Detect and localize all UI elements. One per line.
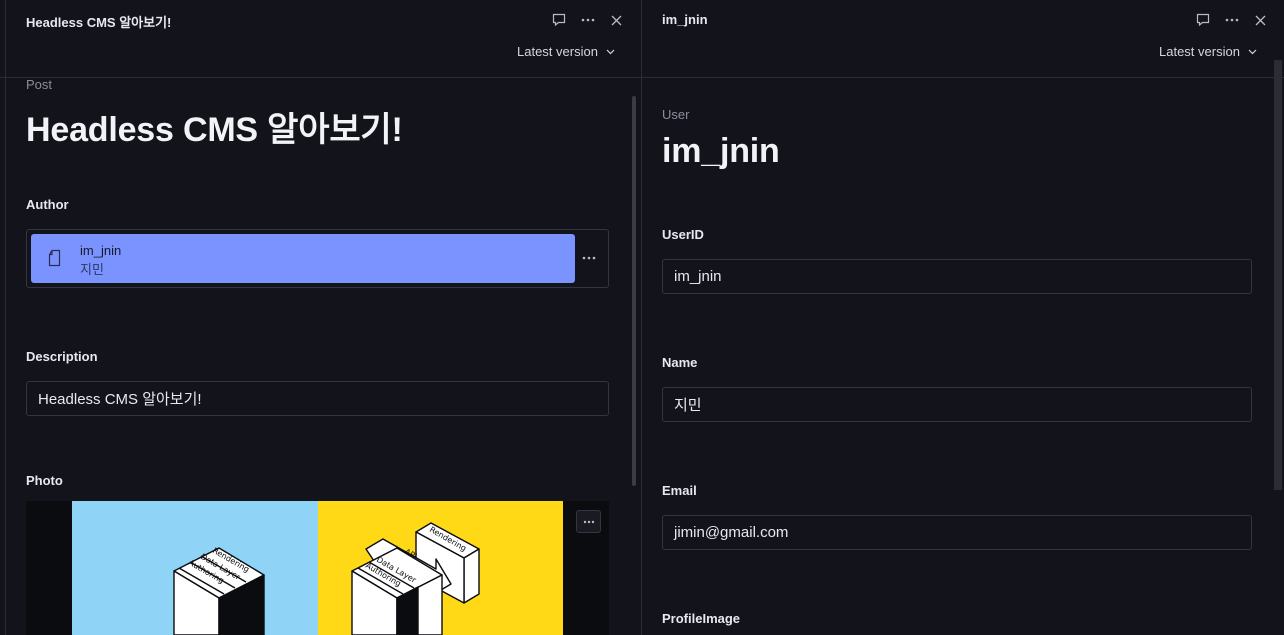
author-label: Author — [26, 197, 69, 212]
user-pane-scrollbar[interactable] — [1274, 60, 1282, 490]
document-type-label: User — [662, 107, 690, 122]
more-button[interactable] — [573, 11, 602, 29]
post-pane-actions — [544, 11, 631, 29]
more-icon — [583, 520, 594, 523]
photo-illustration: Rendering Data Layer Authoring Rendering… — [72, 501, 563, 635]
user-pane-actions — [1188, 11, 1275, 29]
post-pane-header: Headless CMS 알아보기! Latest version — [0, 0, 641, 78]
more-icon — [581, 18, 594, 22]
document-title: Headless CMS 알아보기! — [26, 111, 403, 149]
description-input[interactable]: Headless CMS 알아보기! — [26, 381, 609, 416]
comment-icon — [552, 13, 565, 27]
close-icon — [611, 15, 622, 25]
more-button[interactable] — [1217, 11, 1246, 29]
version-label: Latest version — [517, 44, 598, 59]
post-pane-scrollbar[interactable] — [632, 96, 636, 486]
chevron-down-icon — [1248, 49, 1257, 54]
more-icon — [1225, 18, 1238, 22]
photo-preview[interactable]: Rendering Data Layer Authoring Rendering… — [26, 501, 609, 635]
name-label: Name — [662, 355, 698, 370]
user-pane-header: im_jnin Latest version — [642, 0, 1284, 78]
email-input[interactable]: jimin@gmail.com — [662, 515, 1252, 550]
post-pane-title: Headless CMS 알아보기! — [26, 15, 172, 30]
comment-icon — [1196, 13, 1209, 27]
version-selector[interactable]: Latest version — [1159, 44, 1257, 59]
chevron-down-icon — [606, 49, 615, 54]
pane-divider — [5, 0, 6, 635]
userid-input[interactable]: im_jnin — [662, 259, 1252, 294]
comment-button[interactable] — [544, 11, 573, 29]
author-reference-field: im_jnin 지민 — [26, 229, 609, 288]
author-reference-card[interactable]: im_jnin 지민 — [31, 234, 575, 283]
version-label: Latest version — [1159, 44, 1240, 59]
userid-label: UserID — [662, 227, 704, 242]
photo-label: Photo — [26, 473, 63, 488]
user-pane: im_jnin Latest version User im_jnin User… — [641, 0, 1284, 635]
profile-image-label: ProfileImage — [662, 611, 741, 626]
document-icon — [48, 249, 61, 267]
name-input[interactable]: 지민 — [662, 387, 1252, 422]
version-selector[interactable]: Latest version — [517, 44, 615, 59]
post-pane: Headless CMS 알아보기! Latest version Post H… — [0, 0, 641, 635]
description-label: Description — [26, 349, 98, 364]
close-button[interactable] — [1246, 11, 1275, 29]
author-more-button[interactable] — [579, 251, 599, 265]
more-icon — [582, 256, 596, 260]
user-pane-title: im_jnin — [662, 12, 708, 27]
close-icon — [1255, 15, 1266, 25]
close-button[interactable] — [602, 11, 631, 29]
email-label: Email — [662, 483, 697, 498]
document-type-label: Post — [26, 77, 53, 92]
comment-button[interactable] — [1188, 11, 1217, 29]
author-reference-name: im_jnin — [80, 243, 122, 258]
photo-more-button[interactable] — [576, 510, 601, 533]
document-title: im_jnin — [662, 132, 780, 170]
author-reference-subtitle: 지민 — [80, 262, 104, 277]
